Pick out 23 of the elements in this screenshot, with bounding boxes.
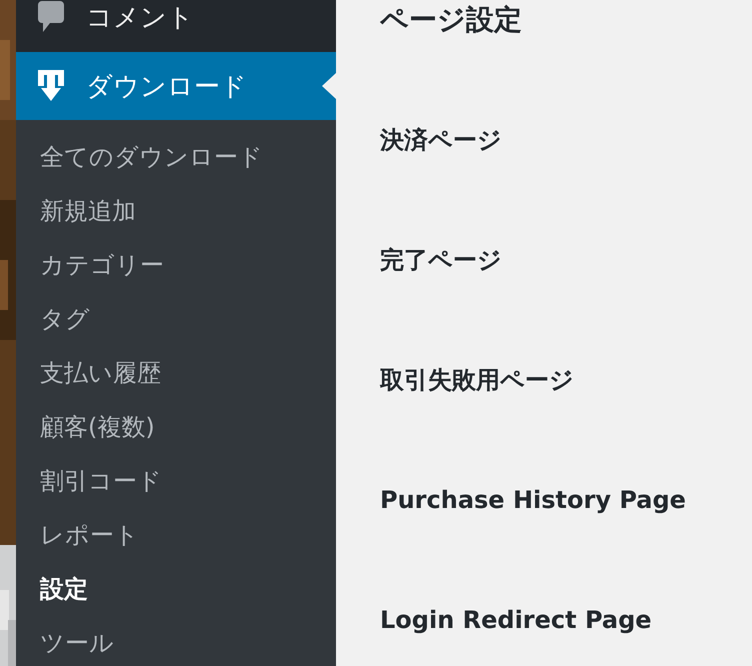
menu-label[interactable]: ダウンロード (86, 68, 247, 104)
submenu-item[interactable]: ツール (16, 616, 336, 666)
field-label: 取引失敗用ページ (380, 366, 575, 394)
speech-bubble-icon (38, 1, 64, 33)
menu-label[interactable]: コメント (86, 0, 194, 34)
field-label: 完了ページ (380, 246, 503, 274)
submenu-item[interactable]: カテゴリー (16, 238, 336, 292)
menu-item[interactable]: ダウンロード (16, 52, 336, 120)
menu-item[interactable]: コメント (16, 0, 336, 52)
current-pointer (322, 73, 336, 99)
field-label: Login Redirect Page (380, 606, 653, 634)
submenu-item[interactable]: タグ (16, 292, 336, 346)
submenu-item[interactable]: レポート (16, 508, 336, 562)
submenu-item[interactable]: 全てのダウンロード (16, 130, 336, 184)
page-title: ページ設定 (380, 2, 523, 38)
submenu-item[interactable]: 支払い履歴 (16, 346, 336, 400)
submenu-item[interactable]: 新規追加 (16, 184, 336, 238)
field-label: 決済ページ (380, 126, 503, 154)
download-icon (38, 70, 64, 102)
field-label: Purchase History Page (380, 486, 687, 514)
submenu-item[interactable]: 設定 (16, 562, 336, 616)
submenu-item[interactable]: 顧客(複数) (16, 400, 336, 454)
submenu-item[interactable]: 割引コード (16, 454, 336, 508)
